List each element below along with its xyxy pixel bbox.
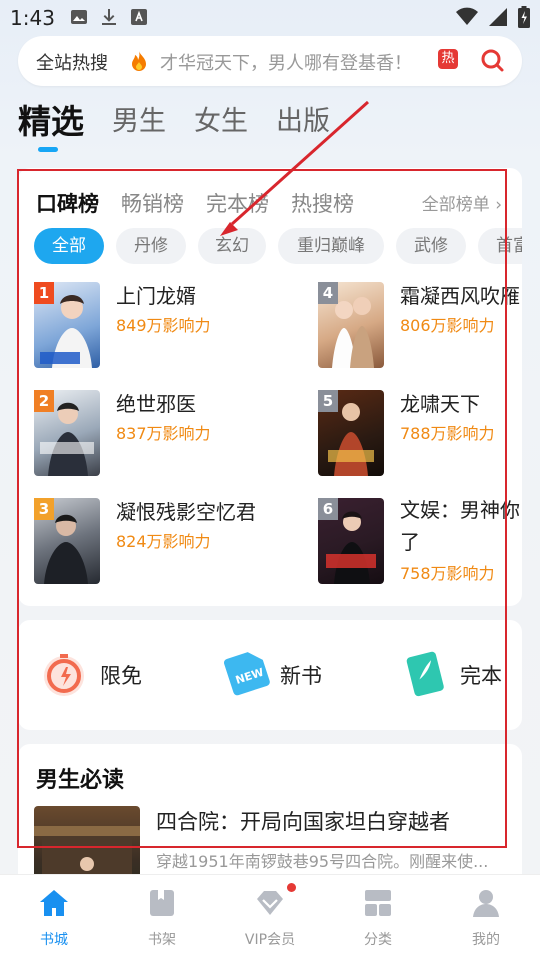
flame-icon: [132, 51, 146, 71]
search-hot-label: 全站热搜: [36, 53, 108, 74]
active-tab-indicator: [38, 147, 58, 152]
nav-profile[interactable]: 我的: [446, 883, 526, 953]
nav-vip[interactable]: VIP会员: [230, 883, 310, 953]
nav-bookshelf[interactable]: 书架: [122, 883, 202, 953]
stopwatch-icon: [44, 654, 84, 696]
bottom-navigation: 书城 书架 VIP会员 分类 我的: [0, 874, 540, 961]
app-notification-icon: [131, 9, 147, 25]
diamond-icon: [257, 891, 283, 915]
rank-number: 2: [34, 390, 54, 412]
chip-danxiu[interactable]: 丹修: [116, 228, 186, 264]
book-title: 龙啸天下: [400, 392, 480, 416]
chevron-right-icon: ›: [489, 195, 502, 215]
quick-free-label: 限免: [100, 664, 142, 688]
quick-new-label: 新书: [280, 664, 322, 688]
chip-wuxiu[interactable]: 武修: [396, 228, 466, 264]
tab-completed-rank[interactable]: 完本榜: [206, 188, 269, 218]
tab-reputation-rank[interactable]: 口碑榜: [36, 188, 99, 218]
status-bar: 1:43: [0, 0, 540, 36]
book-item[interactable]: 6 文娱：男神你了 758万影响力: [318, 498, 522, 588]
book-item[interactable]: 1 上门龙婿 849万影响力: [34, 282, 254, 372]
tab-publishing[interactable]: 出版: [276, 100, 330, 144]
nav-label: VIP会员: [244, 932, 296, 948]
book-item[interactable]: 3 凝恨残影空忆君 824万影响力: [34, 498, 256, 588]
book-title: 凝恨残影空忆君: [116, 500, 256, 524]
home-icon: [40, 890, 68, 916]
category-grid-icon: [365, 890, 391, 916]
chip-return-peak[interactable]: 重归巅峰: [278, 228, 384, 264]
ranking-card: 口碑榜 畅销榜 完本榜 热搜榜 全部榜单 › 全部 丹修 玄幻 重归巅峰 武修 …: [18, 168, 522, 606]
nav-label: 书架: [148, 932, 176, 948]
search-icon[interactable]: [466, 36, 522, 86]
completed-book-icon: [406, 651, 444, 697]
chip-xuanhuan[interactable]: 玄幻: [198, 228, 266, 264]
tab-female[interactable]: 女生: [194, 100, 248, 144]
quick-free[interactable]: 限免: [40, 648, 170, 700]
rank-number: 4: [318, 282, 338, 304]
book-impact: 824万影响力: [116, 532, 211, 551]
nav-label: 书城: [40, 932, 68, 948]
book-item[interactable]: 4 霜凝西风吹雁 806万影响力: [318, 282, 522, 372]
book-item[interactable]: 5 龙啸天下 788万影响力: [318, 390, 522, 480]
book-impact: 758万影响力: [400, 564, 495, 583]
nav-category[interactable]: 分类: [338, 883, 418, 953]
all-rankings-link[interactable]: 全部榜单 ›: [422, 190, 502, 215]
rank-number: 5: [318, 390, 338, 412]
quick-new[interactable]: NEW 新书: [220, 648, 350, 700]
book-impact: 849万影响力: [116, 316, 211, 335]
nav-label: 分类: [364, 932, 392, 948]
book-title[interactable]: 四合院：开局向国家坦白穿越者: [156, 806, 450, 836]
download-icon: [102, 9, 116, 25]
wifi-icon: [456, 7, 478, 25]
quick-completed-label: 完本: [460, 664, 502, 688]
book-title: 上门龙婿: [116, 284, 196, 308]
rank-number: 6: [318, 498, 338, 520]
main-tabs: 精选 男生 女生 出版: [18, 100, 330, 144]
book-impact: 837万影响力: [116, 424, 211, 443]
battery-icon: [518, 6, 530, 28]
book-title-line1: 文娱：男神你: [400, 498, 520, 522]
status-time: 1:43: [10, 6, 55, 30]
rank-number: 3: [34, 498, 54, 520]
tab-male[interactable]: 男生: [112, 100, 166, 144]
tab-bestseller-rank[interactable]: 畅销榜: [121, 188, 184, 218]
quick-entries-card: 限免 NEW 新书 完本: [18, 620, 522, 730]
new-tag-icon: NEW: [224, 652, 270, 696]
book-title-line2: 了: [400, 530, 420, 554]
tab-featured[interactable]: 精选: [18, 100, 84, 144]
section-title: 男生必读: [36, 768, 125, 793]
user-icon: [473, 890, 499, 917]
search-placeholder: 才华冠天下，男人哪有登基香！: [160, 53, 412, 74]
hot-badge: 热: [438, 49, 458, 69]
book-title: 文娱：男神你了: [400, 494, 520, 558]
bookshelf-icon: [150, 890, 174, 916]
nav-bookstore[interactable]: 书城: [14, 883, 94, 953]
nav-label: 我的: [472, 932, 500, 948]
image-icon: [71, 10, 87, 24]
book-description: 穿越1951年南锣鼓巷95号四合院。刚醒来使...: [156, 852, 489, 871]
ranking-tabs: 口碑榜 畅销榜 完本榜 热搜榜: [36, 188, 354, 218]
tab-hot-search-rank[interactable]: 热搜榜: [291, 188, 354, 218]
quick-completed[interactable]: 完本: [400, 648, 520, 700]
chip-all[interactable]: 全部: [34, 228, 104, 264]
book-impact: 788万影响力: [400, 424, 495, 443]
book-title: 绝世邪医: [116, 392, 196, 416]
book-title: 霜凝西风吹雁: [400, 284, 520, 308]
notification-dot: [287, 883, 296, 892]
chip-richest[interactable]: 首富: [478, 228, 522, 264]
book-impact: 806万影响力: [400, 316, 495, 335]
signal-icon: [489, 8, 507, 26]
genre-chips: 全部 丹修 玄幻 重归巅峰 武修 首富: [34, 228, 522, 266]
search-bar[interactable]: 全站热搜 才华冠天下，男人哪有登基香！ 热: [18, 36, 522, 86]
rank-number: 1: [34, 282, 54, 304]
all-rankings-label: 全部榜单: [421, 195, 490, 215]
book-item[interactable]: 2 绝世邪医 837万影响力: [34, 390, 254, 480]
